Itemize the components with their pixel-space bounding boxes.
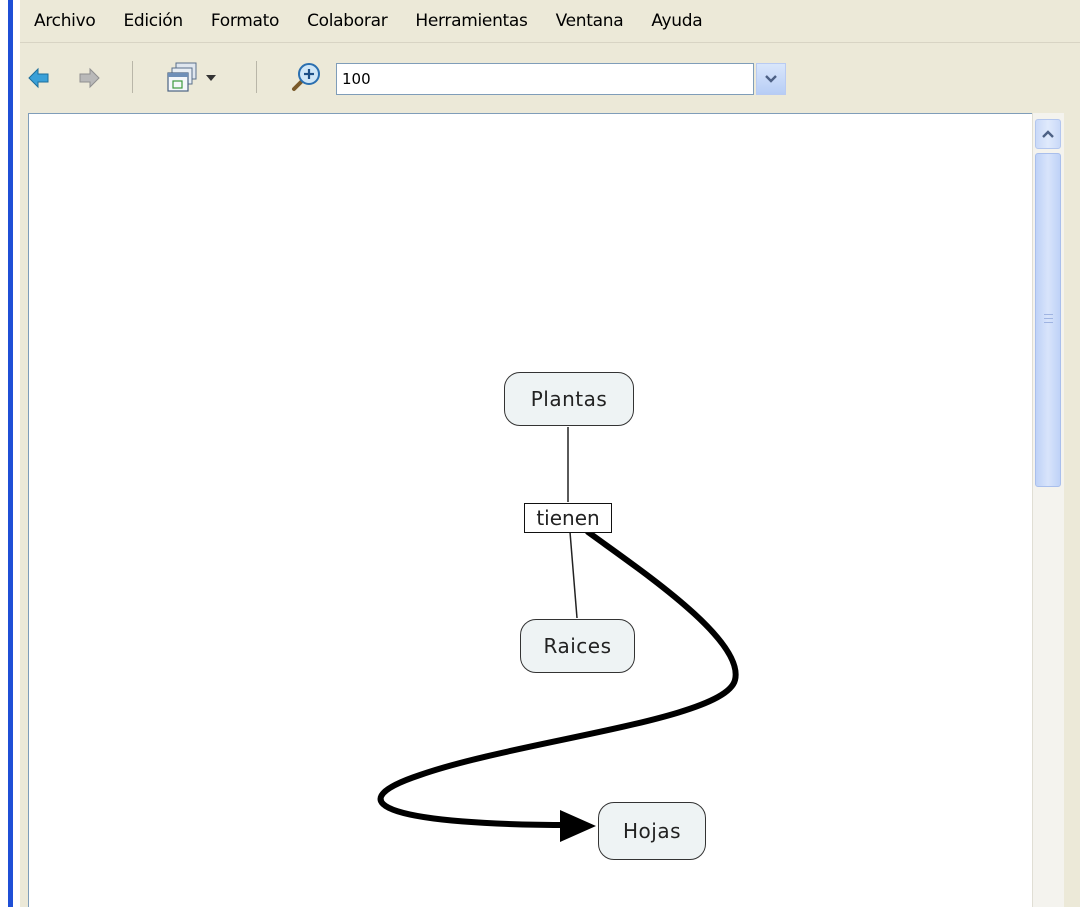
- concept-plantas[interactable]: Plantas: [504, 372, 634, 426]
- scroll-grip: [1044, 322, 1053, 323]
- scroll-up-button[interactable]: [1035, 119, 1061, 149]
- scroll-grip: [1044, 318, 1053, 319]
- linking-phrase-tienen[interactable]: tienen: [524, 503, 612, 533]
- scroll-grip: [1044, 314, 1053, 315]
- chevron-up-icon: [1042, 130, 1054, 138]
- vertical-scrollbar[interactable]: [1032, 113, 1064, 907]
- concept-links: [377, 427, 739, 842]
- link-tienen-raices: [569, 531, 578, 619]
- scroll-thumb[interactable]: [1035, 153, 1061, 487]
- link-tienen-hojas: [377, 529, 739, 828]
- concept-raices[interactable]: Raices: [520, 619, 635, 673]
- concept-hojas[interactable]: Hojas: [598, 802, 706, 860]
- arrowhead: [560, 810, 596, 842]
- window-right-frame: [1064, 113, 1080, 907]
